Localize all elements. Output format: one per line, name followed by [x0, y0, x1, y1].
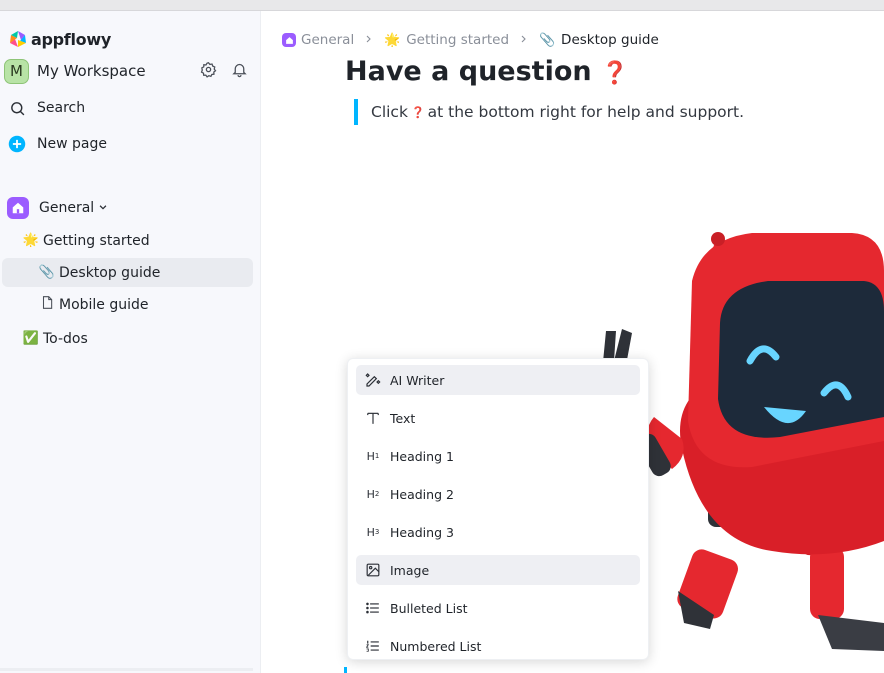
app-name: appflowy — [31, 29, 111, 49]
question-mark-emoji-icon: ❓ — [410, 105, 425, 119]
menu-item-label: Heading 3 — [390, 524, 454, 540]
editor-area: General 🌟 Getting started 📎 Desktop guid… — [262, 11, 884, 673]
app-logo: appflowy — [8, 28, 111, 50]
quote-prefix: Click — [371, 103, 408, 121]
menu-item-label: Image — [390, 562, 430, 578]
document-icon — [38, 295, 56, 314]
appflowy-logo-icon — [10, 31, 26, 47]
menu-item-label: Text — [390, 410, 416, 426]
search-icon — [7, 98, 27, 118]
menu-item-ai-writer[interactable]: AI Writer — [356, 365, 640, 395]
workspace-avatar: M — [4, 58, 29, 84]
bulleted-list-icon — [364, 599, 382, 617]
space-general[interactable]: General — [7, 192, 260, 224]
sidebar: appflowy M My Workspace Search New page … — [0, 11, 261, 673]
menu-item-label: Heading 1 — [390, 448, 454, 464]
sidebar-page-mobile-guide[interactable]: Mobile guide — [2, 290, 253, 319]
menu-item-label: AI Writer — [390, 372, 445, 388]
page-label: To-dos — [43, 330, 88, 347]
breadcrumb-item-getting-started[interactable]: 🌟 Getting started — [383, 32, 509, 48]
menu-item-bulleted-list[interactable]: Bulleted List — [356, 593, 640, 623]
page-label: Desktop guide — [59, 264, 161, 281]
sidebar-page-desktop-guide[interactable]: 📎 Desktop guide — [2, 258, 253, 287]
numbered-list-icon — [364, 637, 382, 655]
slash-command-menu: AI Writer Text H1 Heading 1 H2 Heading 2… — [347, 358, 649, 660]
workspace-name: My Workspace — [37, 62, 146, 80]
chevron-right-icon — [364, 33, 373, 47]
new-page-label: New page — [37, 136, 107, 152]
breadcrumb-label: General — [301, 32, 355, 48]
menu-item-heading-2[interactable]: H2 Heading 2 — [356, 479, 640, 509]
breadcrumb-label: Desktop guide — [561, 32, 659, 48]
document-heading[interactable]: Have a question ❓ — [345, 56, 628, 87]
heading-3-icon: H3 — [366, 525, 380, 539]
plus-circle-icon — [7, 134, 27, 154]
page-label: Getting started — [43, 232, 150, 249]
chevron-down-icon[interactable] — [98, 200, 108, 216]
checkmark-emoji-icon: ✅ — [22, 331, 40, 346]
chevron-right-icon — [519, 33, 528, 47]
search-label: Search — [37, 100, 86, 116]
menu-item-heading-1[interactable]: H1 Heading 1 — [356, 441, 640, 471]
star-emoji-icon: 🌟 — [384, 32, 401, 48]
text-icon — [364, 409, 382, 427]
space-home-icon — [7, 197, 29, 219]
page-label: Mobile guide — [59, 296, 149, 313]
heading-2-icon: H2 — [366, 487, 380, 501]
ai-writer-icon — [364, 371, 382, 389]
text-cursor — [344, 667, 347, 673]
menu-item-text[interactable]: Text — [356, 403, 640, 433]
breadcrumb-item-desktop-guide[interactable]: 📎 Desktop guide — [538, 32, 659, 48]
window-top-bar — [0, 0, 884, 11]
image-icon — [364, 561, 382, 579]
new-page-button[interactable]: New page — [7, 128, 260, 160]
heading-1-icon: H1 — [366, 449, 380, 463]
notification-bell-icon[interactable] — [231, 61, 248, 82]
paperclip-emoji-icon: 📎 — [38, 265, 56, 280]
quote-suffix: at the bottom right for help and support… — [427, 103, 745, 121]
quote-block[interactable]: Click ❓ at the bottom right for help and… — [354, 99, 744, 125]
menu-item-heading-3[interactable]: H3 Heading 3 — [356, 517, 640, 547]
question-mark-emoji-icon: ❓ — [601, 61, 629, 86]
breadcrumb-label: Getting started — [406, 32, 510, 48]
menu-item-image[interactable]: Image — [356, 555, 640, 585]
breadcrumb-item-general[interactable]: General — [282, 32, 354, 48]
search-button[interactable]: Search — [7, 92, 260, 124]
space-name: General — [39, 200, 95, 216]
menu-item-label: Numbered List — [390, 638, 482, 654]
heading-text: Have a question — [345, 56, 592, 87]
breadcrumb: General 🌟 Getting started 📎 Desktop guid… — [282, 30, 659, 50]
sidebar-page-getting-started[interactable]: 🌟 Getting started — [2, 226, 253, 255]
space-home-icon — [282, 33, 296, 47]
sidebar-divider — [0, 668, 253, 671]
menu-item-label: Bulleted List — [390, 600, 468, 616]
menu-item-numbered-list[interactable]: Numbered List — [356, 631, 640, 659]
menu-item-label: Heading 2 — [390, 486, 454, 502]
paperclip-emoji-icon: 📎 — [538, 32, 556, 48]
workspace-switcher[interactable]: M My Workspace — [4, 57, 254, 85]
star-emoji-icon: 🌟 — [22, 233, 40, 248]
settings-gear-icon[interactable] — [200, 61, 217, 82]
sidebar-page-to-dos[interactable]: ✅ To-dos — [2, 324, 253, 353]
